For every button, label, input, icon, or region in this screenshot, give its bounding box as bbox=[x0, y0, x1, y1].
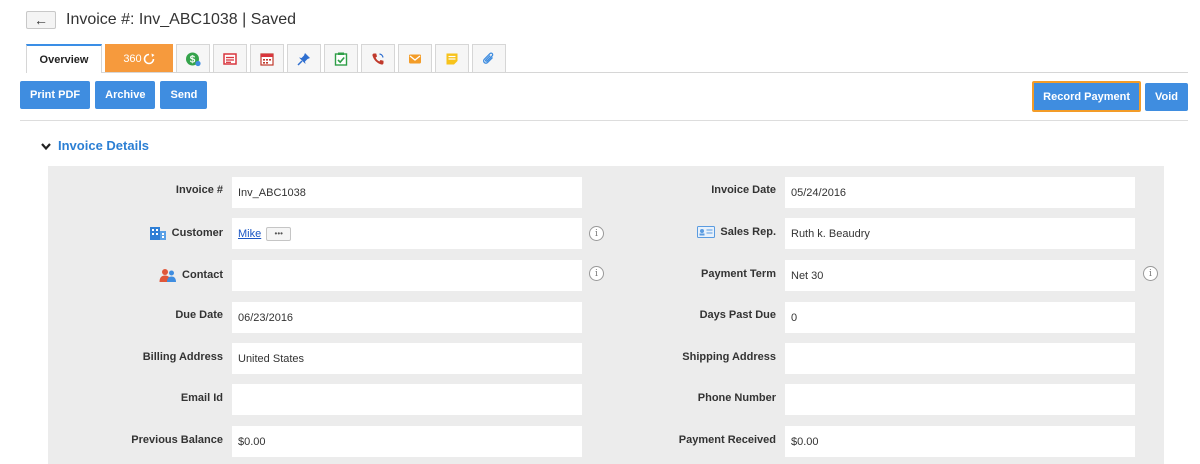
billing-address-field[interactable]: United States bbox=[232, 343, 582, 374]
days-past-due-field[interactable]: 0 bbox=[785, 302, 1135, 333]
action-toolbar: Print PDF Archive Send bbox=[20, 81, 212, 109]
invoice-number-label: Invoice # bbox=[175, 184, 223, 196]
tab-payments[interactable]: $ bbox=[176, 44, 210, 72]
tab-360-label: 360 bbox=[123, 52, 142, 65]
tab-360[interactable]: 360 bbox=[105, 44, 173, 72]
previous-balance-value: $0.00 bbox=[238, 435, 266, 448]
contact-info-icon[interactable]: i bbox=[589, 266, 604, 281]
customer-building-icon bbox=[149, 227, 166, 240]
customer-field: Mike ••• bbox=[232, 218, 582, 249]
previous-balance-field[interactable]: $0.00 bbox=[232, 426, 582, 457]
invoice-number-value: Inv_ABC1038 bbox=[238, 186, 306, 199]
email-icon bbox=[409, 54, 421, 63]
tab-notes[interactable] bbox=[435, 44, 469, 72]
print-pdf-button[interactable]: Print PDF bbox=[20, 81, 91, 109]
contact-label: Contact bbox=[159, 268, 223, 282]
billing-address-label: Billing Address bbox=[142, 351, 223, 363]
payment-term-info-icon[interactable]: i bbox=[1143, 266, 1158, 281]
tab-attachments[interactable] bbox=[472, 44, 506, 72]
previous-balance-label: Previous Balance bbox=[131, 434, 223, 446]
invoice-date-value: 05/24/2016 bbox=[791, 186, 847, 199]
shipping-address-label: Shipping Address bbox=[682, 351, 776, 363]
invoice-details-header[interactable]: Invoice Details bbox=[40, 138, 149, 153]
days-past-due-label: Days Past Due bbox=[699, 309, 776, 321]
billing-address-value: United States bbox=[238, 352, 305, 365]
invoice-date-label: Invoice Date bbox=[711, 184, 776, 196]
sales-rep-label: Sales Rep. bbox=[697, 226, 776, 239]
invoice-number-field[interactable]: Inv_ABC1038 bbox=[232, 177, 582, 208]
note-icon bbox=[446, 53, 458, 64]
contact-label-text: Contact bbox=[182, 268, 223, 281]
sales-rep-label-text: Sales Rep. bbox=[720, 226, 776, 238]
contact-field[interactable] bbox=[232, 260, 582, 291]
tab-email[interactable] bbox=[398, 44, 432, 72]
calendar-icon bbox=[260, 52, 274, 66]
invoice-icon bbox=[223, 52, 237, 65]
record-tabs: Overview 360 $ bbox=[26, 44, 509, 73]
payment-term-label: Payment Term bbox=[701, 268, 776, 280]
sales-rep-value: Ruth k. Beaudry bbox=[791, 227, 870, 240]
phone-number-label: Phone Number bbox=[697, 392, 776, 404]
customer-label: Customer bbox=[149, 226, 223, 240]
section-title: Invoice Details bbox=[58, 138, 150, 153]
payment-received-label: Payment Received bbox=[678, 434, 776, 446]
tab-overview[interactable]: Overview bbox=[26, 44, 102, 73]
chevron-down-icon bbox=[41, 142, 51, 150]
phone-icon bbox=[372, 52, 384, 65]
tab-calendar[interactable] bbox=[250, 44, 284, 72]
360-icon bbox=[143, 53, 155, 64]
title-bar: ← Invoice #: Inv_ABC1038 | Saved bbox=[26, 8, 296, 32]
tabs-divider bbox=[26, 72, 1188, 73]
page-title: Invoice #: Inv_ABC1038 | Saved bbox=[66, 11, 297, 28]
customer-label-text: Customer bbox=[171, 226, 223, 239]
dollar-icon: $ bbox=[186, 52, 201, 66]
email-id-label: Email Id bbox=[180, 392, 223, 404]
void-button[interactable]: Void bbox=[1144, 82, 1188, 111]
due-date-field[interactable]: 06/23/2016 bbox=[232, 302, 582, 333]
phone-number-field[interactable] bbox=[785, 384, 1135, 415]
tab-invoices[interactable] bbox=[213, 44, 247, 72]
record-payment-button[interactable]: Record Payment bbox=[1032, 81, 1141, 112]
sales-rep-field[interactable]: Ruth k. Beaudry bbox=[785, 218, 1135, 249]
payment-received-value: $0.00 bbox=[791, 435, 819, 448]
customer-info-icon[interactable]: i bbox=[589, 226, 604, 241]
payment-term-value: Net 30 bbox=[791, 269, 824, 282]
customer-more-button[interactable]: ••• bbox=[266, 226, 292, 241]
pin-icon bbox=[297, 52, 310, 66]
tab-pins[interactable] bbox=[287, 44, 321, 72]
sales-rep-card-icon bbox=[697, 226, 716, 239]
svg-text:$: $ bbox=[190, 54, 196, 65]
send-button[interactable]: Send bbox=[160, 81, 208, 109]
tab-tasks[interactable] bbox=[324, 44, 358, 72]
days-past-due-value: 0 bbox=[791, 311, 798, 324]
customer-link[interactable]: Mike bbox=[238, 228, 261, 240]
toolbar-divider bbox=[20, 120, 1188, 121]
email-id-field[interactable] bbox=[232, 384, 582, 415]
attachment-icon bbox=[482, 52, 494, 64]
tab-calls[interactable] bbox=[361, 44, 395, 72]
archive-button[interactable]: Archive bbox=[95, 81, 156, 109]
invoice-date-field[interactable]: 05/24/2016 bbox=[785, 177, 1135, 208]
payment-term-field[interactable]: Net 30 bbox=[785, 260, 1135, 291]
action-toolbar-right: Record Payment Void bbox=[1032, 81, 1188, 112]
due-date-label: Due Date bbox=[175, 309, 223, 321]
shipping-address-field[interactable] bbox=[785, 343, 1135, 374]
payment-received-field[interactable]: $0.00 bbox=[785, 426, 1135, 457]
contact-people-icon bbox=[159, 269, 177, 282]
due-date-value: 06/23/2016 bbox=[238, 311, 294, 324]
checklist-icon bbox=[334, 52, 348, 66]
back-button[interactable]: ← bbox=[26, 11, 56, 29]
